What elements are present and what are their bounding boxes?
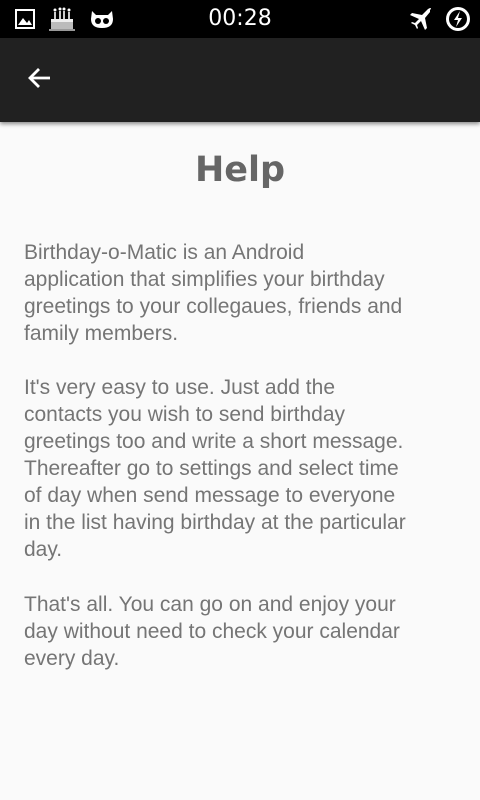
back-button[interactable]	[16, 56, 64, 104]
system-icons	[408, 5, 472, 33]
image-icon	[14, 8, 36, 30]
battery-charging-icon	[444, 5, 472, 33]
page-title: Help	[194, 150, 286, 190]
cyanogen-mascot-icon	[88, 7, 116, 31]
notification-icons	[14, 6, 116, 32]
status-bar: 00:28	[0, 0, 480, 38]
airplane-mode-icon	[408, 6, 434, 32]
help-content: Help Birthday-o-Matic is an Android appl…	[0, 122, 480, 800]
arrow-left-icon	[27, 65, 53, 95]
help-paragraph-closing: That's all. You can go on and enjoy your…	[24, 593, 400, 670]
help-paragraph-usage: It's very easy to use. Just add the cont…	[24, 376, 406, 561]
app-bar	[0, 38, 480, 122]
birthday-cake-icon	[48, 6, 76, 32]
help-paragraph-intro: Birthday-o-Matic is an Android applicati…	[24, 241, 403, 345]
